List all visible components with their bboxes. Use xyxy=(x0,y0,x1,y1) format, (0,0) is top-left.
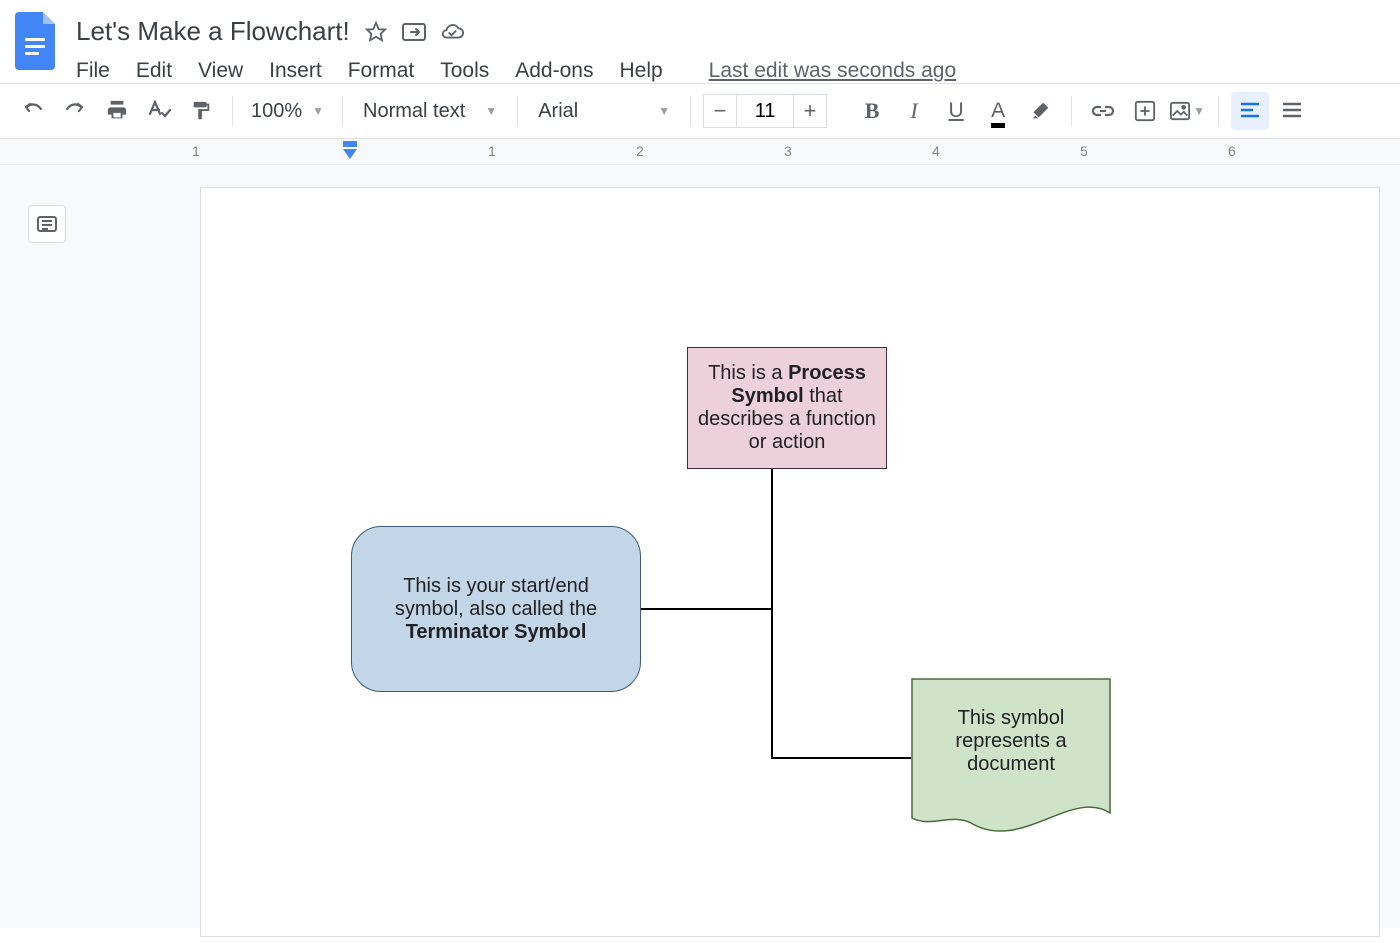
horizontal-ruler[interactable]: 1 1 2 3 4 5 6 xyxy=(0,139,1400,165)
chevron-down-icon: ▼ xyxy=(1193,104,1205,118)
separator xyxy=(517,96,518,126)
document-page[interactable]: This is your start/end symbol, also call… xyxy=(200,187,1380,937)
left-gutter xyxy=(0,165,200,928)
menu-addons[interactable]: Add-ons xyxy=(515,59,593,83)
font-value: Arial xyxy=(538,100,578,123)
terminator-text: This is your start/end symbol, also call… xyxy=(372,575,620,644)
toolbar: 100% ▼ Normal text ▼ Arial ▼ − + B I U A… xyxy=(0,83,1400,139)
underline-button[interactable]: U xyxy=(937,92,975,130)
ruler-label: 4 xyxy=(932,143,940,159)
ruler-label: 2 xyxy=(636,143,644,159)
document-shape[interactable]: This symbol represents a document xyxy=(911,678,1111,826)
bold-button[interactable]: B xyxy=(853,92,891,130)
document-outline-button[interactable] xyxy=(28,205,66,243)
cloud-status-icon[interactable] xyxy=(440,20,464,44)
font-size-increase-button[interactable]: + xyxy=(793,94,827,128)
insert-link-button[interactable] xyxy=(1084,92,1122,130)
italic-button[interactable]: I xyxy=(895,92,933,130)
separator xyxy=(232,96,233,126)
font-size-control: − + xyxy=(703,94,827,128)
menu-file[interactable]: File xyxy=(76,59,110,83)
undo-button[interactable] xyxy=(14,92,52,130)
style-value: Normal text xyxy=(363,100,465,123)
text-color-button[interactable]: A xyxy=(979,92,1017,130)
highlight-color-button[interactable] xyxy=(1021,92,1059,130)
font-family-select[interactable]: Arial ▼ xyxy=(530,100,678,123)
insert-image-button[interactable]: ▼ xyxy=(1168,92,1206,130)
separator xyxy=(1071,96,1072,126)
workspace: This is your start/end symbol, also call… xyxy=(0,165,1400,928)
paint-format-button[interactable] xyxy=(182,92,220,130)
ruler-label: 5 xyxy=(1080,143,1088,159)
connector-line xyxy=(641,608,771,610)
document-text: This symbol represents a document xyxy=(911,678,1111,826)
star-icon[interactable] xyxy=(364,20,388,44)
paragraph-style-select[interactable]: Normal text ▼ xyxy=(355,100,505,123)
chevron-down-icon: ▼ xyxy=(658,104,670,118)
zoom-value: 100% xyxy=(251,100,302,123)
menu-tools[interactable]: Tools xyxy=(440,59,489,83)
terminator-shape[interactable]: This is your start/end symbol, also call… xyxy=(351,526,641,692)
connector-line xyxy=(771,468,773,758)
separator xyxy=(1218,96,1219,126)
doc-info: Let's Make a Flowchart! File Edit View I… xyxy=(76,8,1388,83)
menu-edit[interactable]: Edit xyxy=(136,59,172,83)
menu-help[interactable]: Help xyxy=(619,59,662,83)
process-shape[interactable]: This is a Process Symbol that describes … xyxy=(687,347,887,469)
menu-format[interactable]: Format xyxy=(348,59,415,83)
menu-bar: File Edit View Insert Format Tools Add-o… xyxy=(76,59,1388,83)
app-header: Let's Make a Flowchart! File Edit View I… xyxy=(0,0,1400,83)
font-size-input[interactable] xyxy=(737,94,793,128)
ruler-label: 1 xyxy=(488,143,496,159)
add-comment-button[interactable] xyxy=(1126,92,1164,130)
ruler-label: 3 xyxy=(784,143,792,159)
title-row: Let's Make a Flowchart! xyxy=(76,16,1388,47)
menu-insert[interactable]: Insert xyxy=(269,59,322,83)
chevron-down-icon: ▼ xyxy=(312,104,324,118)
move-folder-icon[interactable] xyxy=(402,20,426,44)
spellcheck-button[interactable] xyxy=(140,92,178,130)
redo-button[interactable] xyxy=(56,92,94,130)
process-text: This is a Process Symbol that describes … xyxy=(698,362,876,454)
zoom-select[interactable]: 100% ▼ xyxy=(245,100,330,123)
last-edit-link[interactable]: Last edit was seconds ago xyxy=(709,59,957,83)
document-title[interactable]: Let's Make a Flowchart! xyxy=(76,16,350,47)
separator xyxy=(342,96,343,126)
align-left-button[interactable] xyxy=(1231,92,1269,130)
ruler-label: 6 xyxy=(1228,143,1236,159)
menu-view[interactable]: View xyxy=(198,59,243,83)
chevron-down-icon: ▼ xyxy=(485,104,497,118)
separator xyxy=(690,96,691,126)
indent-marker-icon[interactable] xyxy=(341,141,359,163)
font-size-decrease-button[interactable]: − xyxy=(703,94,737,128)
align-more-button[interactable] xyxy=(1273,92,1311,130)
docs-logo-icon[interactable] xyxy=(12,8,62,74)
print-button[interactable] xyxy=(98,92,136,130)
connector-line xyxy=(771,757,911,759)
ruler-label: 1 xyxy=(192,143,200,159)
